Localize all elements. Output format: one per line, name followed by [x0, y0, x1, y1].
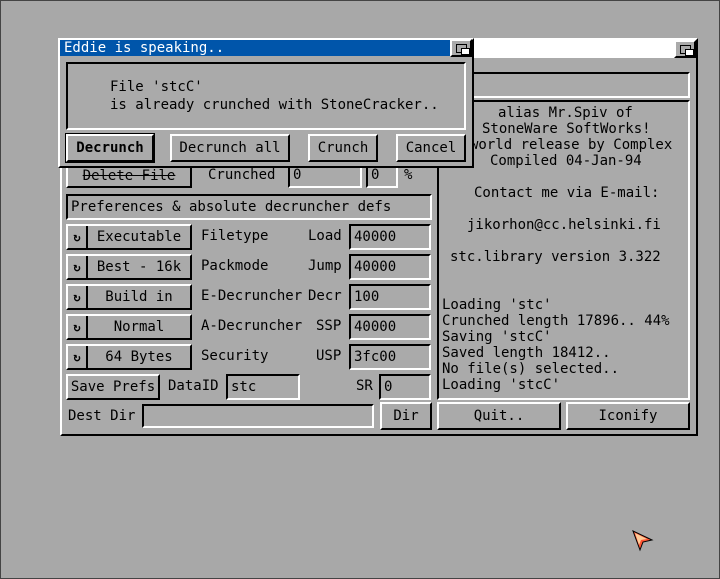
- save-prefs-label: Save Prefs: [70, 379, 156, 395]
- dialog-message-line: File 'stcC': [110, 79, 203, 95]
- a-decruncher-cycle-button[interactable]: ↻ Normal: [66, 314, 192, 340]
- preferences-header: Preferences & absolute decruncher defs: [66, 194, 432, 220]
- cancel-label: Cancel: [405, 140, 457, 156]
- cycle-icon: ↻: [68, 346, 88, 368]
- info-line-compiled: Compiled 04-Jan-94: [490, 153, 642, 169]
- crunch-label: Crunch: [317, 140, 369, 156]
- crunch-button[interactable]: Crunch: [308, 134, 378, 162]
- decr-label: Decr: [308, 288, 342, 304]
- dataid-label: DataID: [168, 378, 219, 394]
- dir-label: Dir: [393, 408, 419, 424]
- filetype-value: Executable: [96, 229, 182, 245]
- crunched-label: Crunched: [208, 167, 276, 183]
- dataid-field[interactable]: stc: [226, 374, 300, 400]
- usp-label: USP: [316, 348, 342, 364]
- sr-field[interactable]: 0: [379, 374, 431, 400]
- security-cycle-button[interactable]: ↻ 64 Bytes: [66, 344, 192, 370]
- e-decruncher-value: Build in: [105, 289, 173, 305]
- decrunch-all-button[interactable]: Decrunch all: [170, 134, 290, 162]
- cycle-icon: ↻: [68, 256, 88, 278]
- iconify-label: Iconify: [598, 408, 658, 424]
- delete-file-label: Delete File: [82, 168, 176, 184]
- packmode-cycle-button[interactable]: ↻ Best - 16k: [66, 254, 192, 280]
- save-prefs-button[interactable]: Save Prefs: [66, 374, 160, 400]
- load-label: Load: [308, 228, 342, 244]
- decrunch-label: Decrunch: [76, 140, 144, 156]
- dest-dir-field[interactable]: [142, 404, 374, 428]
- a-decruncher-label: A-Decruncher: [201, 318, 303, 334]
- packmode-value: Best - 16k: [96, 259, 182, 275]
- mouse-pointer-icon: [632, 530, 654, 552]
- dialog-title: Eddie is speaking..: [64, 40, 225, 56]
- main-window-depth-icon[interactable]: [674, 40, 696, 58]
- dest-dir-label: Dest Dir: [68, 408, 136, 424]
- dir-button[interactable]: Dir: [380, 402, 432, 430]
- dialog-depth-icon[interactable]: [450, 39, 472, 57]
- decrunch-button[interactable]: Decrunch: [65, 133, 155, 163]
- percent-sign: %: [404, 167, 413, 183]
- decr-field[interactable]: 100: [349, 284, 431, 310]
- log-line: Loading 'stcC': [442, 377, 561, 393]
- filename-display-field: [472, 72, 690, 98]
- cycle-icon: ↻: [68, 226, 88, 248]
- usp-field[interactable]: 3fc00: [349, 344, 431, 370]
- security-value: 64 Bytes: [105, 349, 173, 365]
- ssp-field[interactable]: 40000: [349, 314, 431, 340]
- dialog-message-line: is already crunched with StoneCracker..: [110, 97, 439, 113]
- cycle-icon: ↻: [68, 316, 88, 338]
- e-decruncher-cycle-button[interactable]: ↻ Build in: [66, 284, 192, 310]
- dialog-titlebar[interactable]: Eddie is speaking..: [60, 40, 450, 56]
- info-library-version: stc.library version 3.322: [450, 249, 661, 265]
- quit-button[interactable]: Quit..: [437, 402, 561, 430]
- e-decruncher-label: E-Decruncher: [201, 288, 303, 304]
- quit-label: Quit..: [473, 408, 525, 424]
- decrunch-all-label: Decrunch all: [179, 140, 281, 156]
- cancel-button[interactable]: Cancel: [396, 134, 466, 162]
- filetype-label: Filetype: [201, 228, 269, 244]
- security-label: Security: [201, 348, 269, 364]
- info-contact: Contact me via E-mail:: [474, 185, 660, 201]
- ssp-label: SSP: [316, 318, 342, 334]
- iconify-button[interactable]: Iconify: [566, 402, 690, 430]
- packmode-label: Packmode: [201, 258, 269, 274]
- a-decruncher-value: Normal: [113, 319, 165, 335]
- sr-label: SR: [356, 378, 373, 394]
- filetype-cycle-button[interactable]: ↻ Executable: [66, 224, 192, 250]
- jump-field[interactable]: 40000: [349, 254, 431, 280]
- info-email: jikorhon@cc.helsinki.fi: [467, 217, 661, 233]
- cycle-icon: ↻: [68, 286, 88, 308]
- load-field[interactable]: 40000: [349, 224, 431, 250]
- jump-label: Jump: [308, 258, 342, 274]
